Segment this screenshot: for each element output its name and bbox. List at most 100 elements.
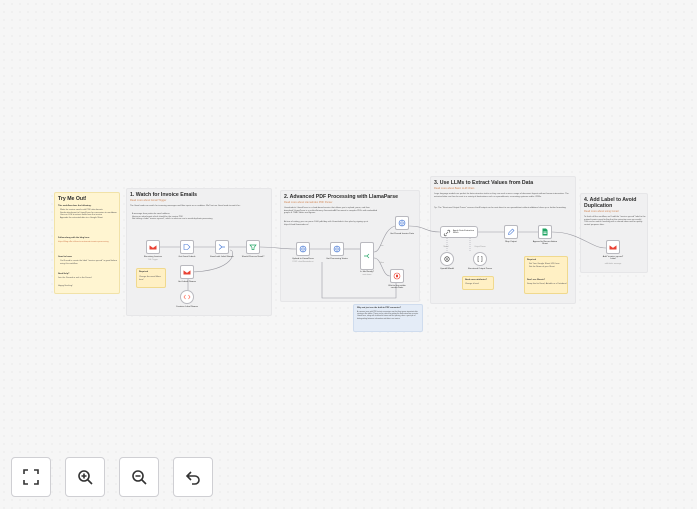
try-me-title: Try Me Out!: [58, 196, 87, 202]
node-email-with-label[interactable]: [215, 240, 229, 254]
node-get-parsed-invoice[interactable]: [395, 216, 409, 230]
trigger-note[interactable]: Required Change the email filters here!: [136, 268, 166, 288]
node-structured-parser[interactable]: [473, 252, 487, 266]
try-me-sticky[interactable]: Try Me Out! This workflow does the follo…: [54, 192, 120, 294]
sheet-note2-text: Swap this for Excel, Airtable or a Datab…: [527, 283, 567, 285]
gmail-icon: [609, 244, 617, 250]
section-1-subtitle[interactable]: Read more about Gmail Trigger: [130, 199, 166, 202]
pdf-note-title: Why not just use the built-in PDF conver…: [357, 307, 401, 309]
trigger-note-text: Change the email filters here!: [139, 276, 161, 281]
zoom-out-icon: [132, 470, 147, 485]
globe-icon: [398, 219, 406, 227]
globe-icon: [333, 245, 341, 253]
node-is-job-ready[interactable]: [360, 242, 374, 270]
pencil-icon: [508, 228, 515, 235]
filter-icon: [249, 244, 257, 250]
follow-link[interactable]: https://blog.n8n.io/how-to-automate-invo…: [58, 241, 118, 244]
zoom-to-fit-button[interactable]: [11, 457, 51, 497]
pdf-note-text: A common issue with PDF-to-text conversi…: [357, 311, 419, 320]
section-3-text: Large language models are perfect for da…: [434, 193, 569, 198]
section-1-bullets: A message from particular email address H…: [132, 213, 213, 221]
node-get-labels[interactable]: [180, 240, 194, 254]
section-4-title: 4. Add Label to Avoid Duplication: [584, 197, 637, 209]
gmail-icon: [183, 244, 191, 250]
node-contains-label-names[interactable]: [180, 290, 194, 304]
pdf-converter-note[interactable]: Why not just use the built-in PDF conver…: [353, 304, 423, 332]
good-to-know-title: Good to know: [58, 256, 72, 258]
node-map-output[interactable]: [504, 225, 518, 239]
node-append-sheet[interactable]: [538, 225, 552, 239]
node-contains-label-names-label: Contains Label Names: [175, 306, 199, 308]
node-wait-retry[interactable]: [390, 269, 404, 283]
section-1-text: The Gmail node can watch for incoming me…: [130, 205, 241, 207]
node-receiving-invoices-label: Receiving Invoices: [143, 256, 163, 258]
pause-icon: [393, 272, 401, 280]
section-3-title: 3. Use LLMs to Extract Values from Data: [434, 180, 534, 186]
node-add-label[interactable]: [606, 240, 620, 254]
node-map-output-label: Map Output: [505, 241, 517, 243]
node-should-process[interactable]: [246, 240, 260, 254]
section-2-title: 2. Advanced PDF Processing with LlamaPar…: [284, 194, 398, 200]
switch-icon: [364, 253, 370, 259]
gmail-icon: [149, 244, 157, 250]
node-is-job-ready-label: Is Job Ready?: [360, 271, 374, 273]
node-get-labels-label: Get Gmail Labels: [178, 256, 196, 258]
node-add-label-label: Add "invoice synced" Label: [602, 256, 624, 260]
merge-icon: [218, 244, 225, 250]
gmail-icon: [183, 269, 191, 275]
help-title: Need Help?: [58, 273, 70, 275]
node-upload-llamaparse-label: Upload to LlamaParse: [292, 258, 314, 260]
globe-icon: [299, 245, 307, 253]
node-get-processing-status-label: Get Processing Status: [326, 258, 348, 260]
node-structured-parser-label: Structured Output Parser: [467, 268, 493, 270]
node-openai-model[interactable]: [440, 252, 454, 266]
node-get-labels-names[interactable]: [180, 265, 194, 279]
undo-button[interactable]: [173, 457, 213, 497]
node-receiving-invoices[interactable]: [146, 240, 160, 254]
node-get-parsed-invoice-label: Get Parsed Invoice Data: [390, 233, 414, 235]
node-is-job-ready-sub: route items: [362, 274, 372, 276]
node-append-sheet-label: Append to Reconciliation Sheet: [532, 241, 558, 245]
fullscreen-icon: [23, 469, 39, 485]
section-2-subtitle[interactable]: Read more about LlamaIndex PDF Parser: [284, 201, 332, 204]
edge-label-model: Model: [443, 246, 449, 248]
section-3-tip: Tip: The "Structured Output Parser" ensu…: [434, 207, 567, 209]
node-add-label-sub: addLabels: message: [604, 263, 622, 265]
undo-icon: [185, 471, 200, 485]
attributes-note[interactable]: Need more attributes? Change it here!: [462, 276, 494, 290]
link-icon: [443, 229, 451, 237]
zoom-in-icon: [78, 470, 93, 485]
sheet-note-bullets: Set Your Google Sheet URL here Set the Na…: [529, 263, 560, 268]
section-3-subtitle[interactable]: Read more about Basic LLM Chain: [434, 187, 474, 190]
sign-off: Happy Hacking!: [58, 285, 73, 287]
edge-label-output-parser: Output Parser: [474, 246, 486, 248]
node-receiving-invoices-sub: Poll: Trigger: [148, 259, 158, 261]
node-openai-model-label: OpenAI Model: [440, 268, 454, 270]
node-get-labels-names-label: Get Labels Names: [177, 281, 197, 283]
zoom-out-button[interactable]: [119, 457, 159, 497]
trigger-note-title: Required: [139, 271, 149, 273]
follow-title: Follow along with the blog here:: [58, 237, 90, 239]
node-apply-extraction-label: Apply Data Extraction Rules: [453, 229, 475, 234]
section-2-text2: At time of writing, you can parse 1000 p…: [284, 221, 369, 226]
good-to-know-text: You'll need to create the label "invoice…: [60, 260, 118, 265]
openai-icon: [444, 256, 450, 262]
attributes-note-title: Need more attributes?: [465, 279, 488, 281]
node-upload-llamaparse[interactable]: [296, 242, 310, 256]
node-get-processing-status[interactable]: [330, 242, 344, 256]
brackets-icon: [477, 256, 483, 262]
node-apply-extraction[interactable]: Apply Data Extraction Rules: [440, 226, 478, 238]
section-4-sticky[interactable]: 4. Add Label to Avoid Duplication Read m…: [580, 193, 648, 273]
node-email-with-label-label: Email with Label Names: [210, 256, 234, 258]
section-4-text: To finish off the workflow, we'll add th…: [584, 216, 646, 227]
section-2-text: LlamaIndex's LlamaParse is a cloud-based…: [284, 207, 378, 215]
node-should-process-label: Should Process Email?: [241, 256, 265, 258]
help-text: Join the Discord or ask in the Forum!: [58, 277, 92, 279]
zoom-in-button[interactable]: [65, 457, 105, 497]
sheet-note[interactable]: Required Set Your Google Sheet URL here S…: [524, 256, 568, 294]
edge-label-true: true: [380, 245, 384, 247]
node-wait-retry-label: Wait to stay within service limits: [388, 285, 406, 289]
workflow-canvas[interactable]: Try Me Out! This workflow does the follo…: [0, 0, 697, 509]
section-4-subtitle[interactable]: Read more about using Gmail: [584, 210, 618, 213]
attributes-note-text: Change it here!: [465, 283, 480, 285]
